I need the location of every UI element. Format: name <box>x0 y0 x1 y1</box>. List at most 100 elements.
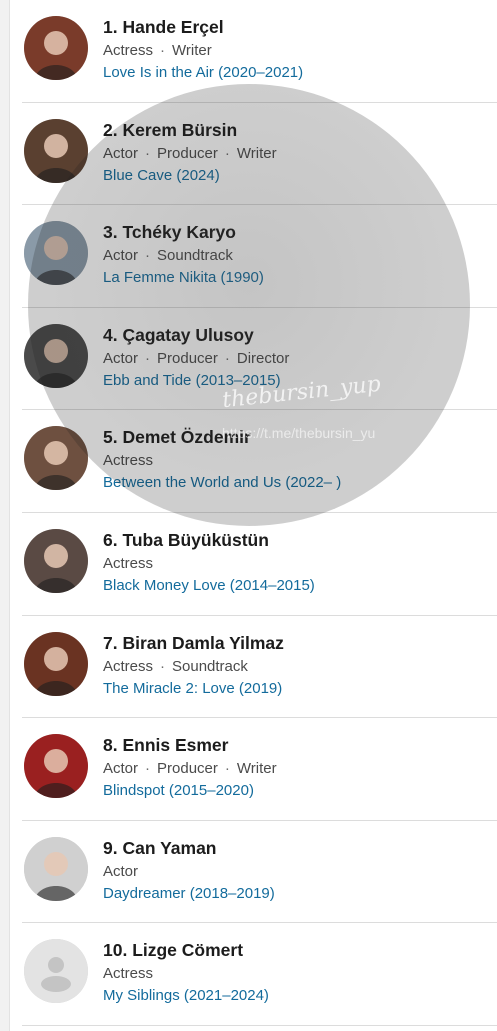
person-photo-icon <box>24 631 88 696</box>
role-separator: · <box>160 42 166 59</box>
list-item-text: 3. Tchéky Karyo Actor · Soundtrack La Femme … <box>103 220 493 289</box>
avatar[interactable] <box>24 734 88 799</box>
role-separator: · <box>224 349 230 367</box>
role-label: Actress <box>103 657 154 675</box>
avatar[interactable] <box>24 426 88 491</box>
known-for-link[interactable]: Between the World and Us (2022– ) <box>103 472 493 494</box>
person-name-link[interactable]: 6. Tuba Büyüküstün <box>103 528 493 552</box>
list-item-text: 2. Kerem Bürsin Actor · Producer · Writer Blue… <box>103 118 493 187</box>
list-item[interactable]: 6. Tuba Büyüküstün Actress Black Money Lov… <box>22 513 497 616</box>
role-label: Actor <box>103 349 139 367</box>
person-photo-icon <box>24 323 88 388</box>
person-placeholder-icon <box>24 939 88 1004</box>
role-label: Actor <box>103 247 139 265</box>
role-label: Producer <box>157 349 218 367</box>
person-roles: Actress · Writer <box>103 39 493 62</box>
person-name-link[interactable]: 8. Ennis Esmer <box>103 733 493 757</box>
list-item-text: 5. Demet Özdemir Actress Between the World… <box>103 425 493 494</box>
avatar[interactable] <box>24 16 88 80</box>
avatar[interactable] <box>24 939 88 1004</box>
role-label: Actress <box>103 554 154 572</box>
known-for-link[interactable]: Ebb and Tide (2013–2015) <box>103 370 493 392</box>
person-roles: Actor · Producer · Director <box>103 347 493 370</box>
list-item-text: 7. Biran Damla Yilmaz Actress · Soundtrack T… <box>103 631 493 700</box>
role-separator: · <box>224 144 230 162</box>
role-label: Actor <box>103 144 139 162</box>
list-item[interactable]: 5. Demet Özdemir Actress Between the World… <box>22 410 497 513</box>
person-roles: Actress <box>103 962 493 985</box>
list-item[interactable]: 4. Çagatay Ulusoy Actor · Producer · Director… <box>22 308 497 411</box>
list-item-text: 9. Can Yaman Actor Daydreamer (2018–2019) <box>103 836 493 905</box>
list-item[interactable]: 8. Ennis Esmer Actor · Producer · Writer Blind… <box>22 718 497 821</box>
person-roles: Actor · Soundtrack <box>103 244 493 267</box>
role-label: Producer <box>157 144 218 162</box>
person-name-link[interactable]: 10. Lizge Cömert <box>103 938 493 962</box>
person-roles: Actor <box>103 860 493 883</box>
left-rail <box>0 0 10 1031</box>
role-label: Producer <box>157 760 218 778</box>
role-label: Actor <box>103 760 139 778</box>
person-photo-icon <box>24 16 88 80</box>
role-label: Actress <box>103 452 154 470</box>
role-label: Soundtrack <box>157 247 233 265</box>
role-label: Writer <box>236 144 277 162</box>
list-item[interactable]: 7. Biran Damla Yilmaz Actress · Soundtrack T… <box>22 616 497 719</box>
role-separator: · <box>145 760 151 778</box>
role-label: Actress <box>103 42 154 59</box>
list-item[interactable]: 10. Lizge Cömert Actress My Siblings (2021… <box>22 923 497 1026</box>
person-name-link[interactable]: 2. Kerem Bürsin <box>103 118 493 142</box>
person-photo-icon <box>24 836 88 901</box>
list-item[interactable]: 9. Can Yaman Actor Daydreamer (2018–2019) <box>22 821 497 924</box>
role-separator: · <box>224 760 230 778</box>
people-list: 1. Hande Erçel Actress · Writer Love Is in t… <box>22 0 497 1026</box>
person-name-link[interactable]: 4. Çagatay Ulusoy <box>103 323 493 347</box>
known-for-link[interactable]: Blindspot (2015–2020) <box>103 780 493 802</box>
role-label: Actress <box>103 965 154 983</box>
person-photo-icon <box>24 528 88 593</box>
person-roles: Actress <box>103 449 493 472</box>
known-for-link[interactable]: Blue Cave (2024) <box>103 165 493 187</box>
person-photo-icon <box>24 118 88 183</box>
avatar[interactable] <box>24 323 88 388</box>
avatar[interactable] <box>24 836 88 901</box>
known-for-link[interactable]: La Femme Nikita (1990) <box>103 267 493 289</box>
role-label: Soundtrack <box>172 657 248 675</box>
role-label: Writer <box>172 42 212 59</box>
role-separator: · <box>145 144 151 162</box>
role-separator: · <box>160 657 166 675</box>
list-item-text: 8. Ennis Esmer Actor · Producer · Writer Blind… <box>103 733 493 802</box>
person-roles: Actress · Soundtrack <box>103 655 493 678</box>
person-roles: Actress <box>103 552 493 575</box>
list-item-text: 10. Lizge Cömert Actress My Siblings (2021… <box>103 938 493 1007</box>
known-for-link[interactable]: Black Money Love (2014–2015) <box>103 575 493 597</box>
known-for-link[interactable]: My Siblings (2021–2024) <box>103 985 493 1007</box>
person-photo-icon <box>24 426 88 491</box>
role-label: Writer <box>236 760 277 778</box>
person-name-link[interactable]: 5. Demet Özdemir <box>103 425 493 449</box>
avatar[interactable] <box>24 118 88 183</box>
known-for-link[interactable]: Love Is in the Air (2020–2021) <box>103 62 493 84</box>
list-item-text: 4. Çagatay Ulusoy Actor · Producer · Director… <box>103 323 493 392</box>
avatar[interactable] <box>24 528 88 593</box>
list-item-text: 1. Hande Erçel Actress · Writer Love Is in t… <box>103 15 493 84</box>
avatar[interactable] <box>24 631 88 696</box>
known-for-link[interactable]: The Miracle 2: Love (2019) <box>103 678 493 700</box>
list-item[interactable]: 3. Tchéky Karyo Actor · Soundtrack La Femme … <box>22 205 497 308</box>
known-for-link[interactable]: Daydreamer (2018–2019) <box>103 883 493 905</box>
role-label: Actor <box>103 862 139 880</box>
role-separator: · <box>145 349 151 367</box>
person-photo-icon <box>24 734 88 799</box>
person-roles: Actor · Producer · Writer <box>103 757 493 780</box>
person-name-link[interactable]: 9. Can Yaman <box>103 836 493 860</box>
list-item-text: 6. Tuba Büyüküstün Actress Black Money Lov… <box>103 528 493 597</box>
list-item[interactable]: 2. Kerem Bürsin Actor · Producer · Writer Blue… <box>22 103 497 206</box>
person-roles: Actor · Producer · Writer <box>103 142 493 165</box>
person-name-link[interactable]: 1. Hande Erçel <box>103 15 493 39</box>
role-separator: · <box>145 247 151 265</box>
person-name-link[interactable]: 7. Biran Damla Yilmaz <box>103 631 493 655</box>
list-item[interactable]: 1. Hande Erçel Actress · Writer Love Is in t… <box>22 0 497 103</box>
avatar[interactable] <box>24 221 88 286</box>
role-label: Director <box>236 349 290 367</box>
person-photo-icon <box>24 221 88 286</box>
person-name-link[interactable]: 3. Tchéky Karyo <box>103 220 493 244</box>
